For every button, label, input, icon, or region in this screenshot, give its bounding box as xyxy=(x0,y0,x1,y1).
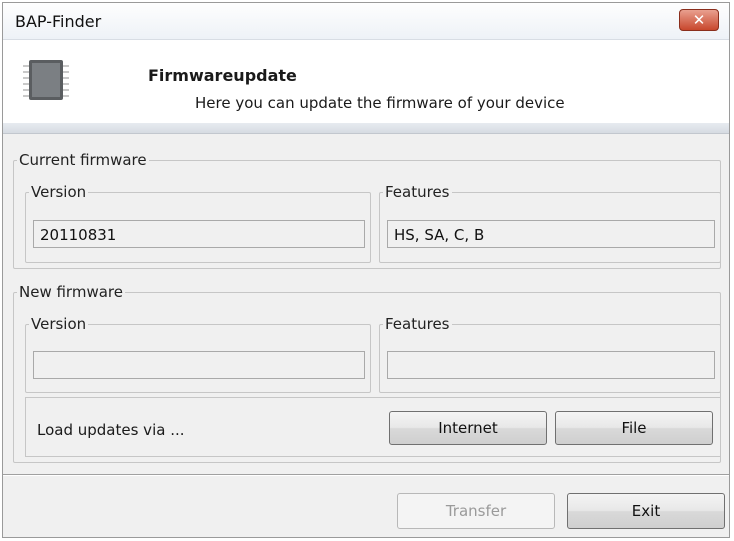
file-button[interactable]: File xyxy=(555,411,713,445)
transfer-button[interactable]: Transfer xyxy=(397,493,555,529)
header-subtitle: Here you can update the firmware of your… xyxy=(195,94,565,112)
header-banner: Firmwareupdate Here you can update the f… xyxy=(3,40,729,124)
new-firmware-legend: New firmware xyxy=(19,283,123,301)
new-features-field[interactable] xyxy=(387,351,715,379)
new-features-legend: Features xyxy=(385,315,450,333)
close-button[interactable]: ✕ xyxy=(679,9,719,31)
new-version-legend: Version xyxy=(31,315,87,333)
header-divider xyxy=(3,123,729,134)
current-features-legend: Features xyxy=(385,183,450,201)
chip-icon xyxy=(23,60,69,100)
new-version-field[interactable] xyxy=(33,351,365,379)
exit-button[interactable]: Exit xyxy=(567,493,725,529)
footer-separator xyxy=(3,474,729,476)
title-bar[interactable]: BAP-Finder ✕ xyxy=(3,3,729,40)
window-title: BAP-Finder xyxy=(15,12,102,31)
current-version-legend: Version xyxy=(31,183,87,201)
current-version-field[interactable]: 20110831 xyxy=(33,220,365,248)
load-updates-label: Load updates via ... xyxy=(37,421,185,439)
header-title: Firmwareupdate xyxy=(148,66,297,85)
close-icon: ✕ xyxy=(692,11,706,29)
current-features-field[interactable]: HS, SA, C, B xyxy=(387,220,715,248)
firmware-update-window: BAP-Finder ✕ Firmwareupdate Here you can… xyxy=(2,2,730,538)
current-firmware-legend: Current firmware xyxy=(19,151,147,169)
internet-button[interactable]: Internet xyxy=(389,411,547,445)
